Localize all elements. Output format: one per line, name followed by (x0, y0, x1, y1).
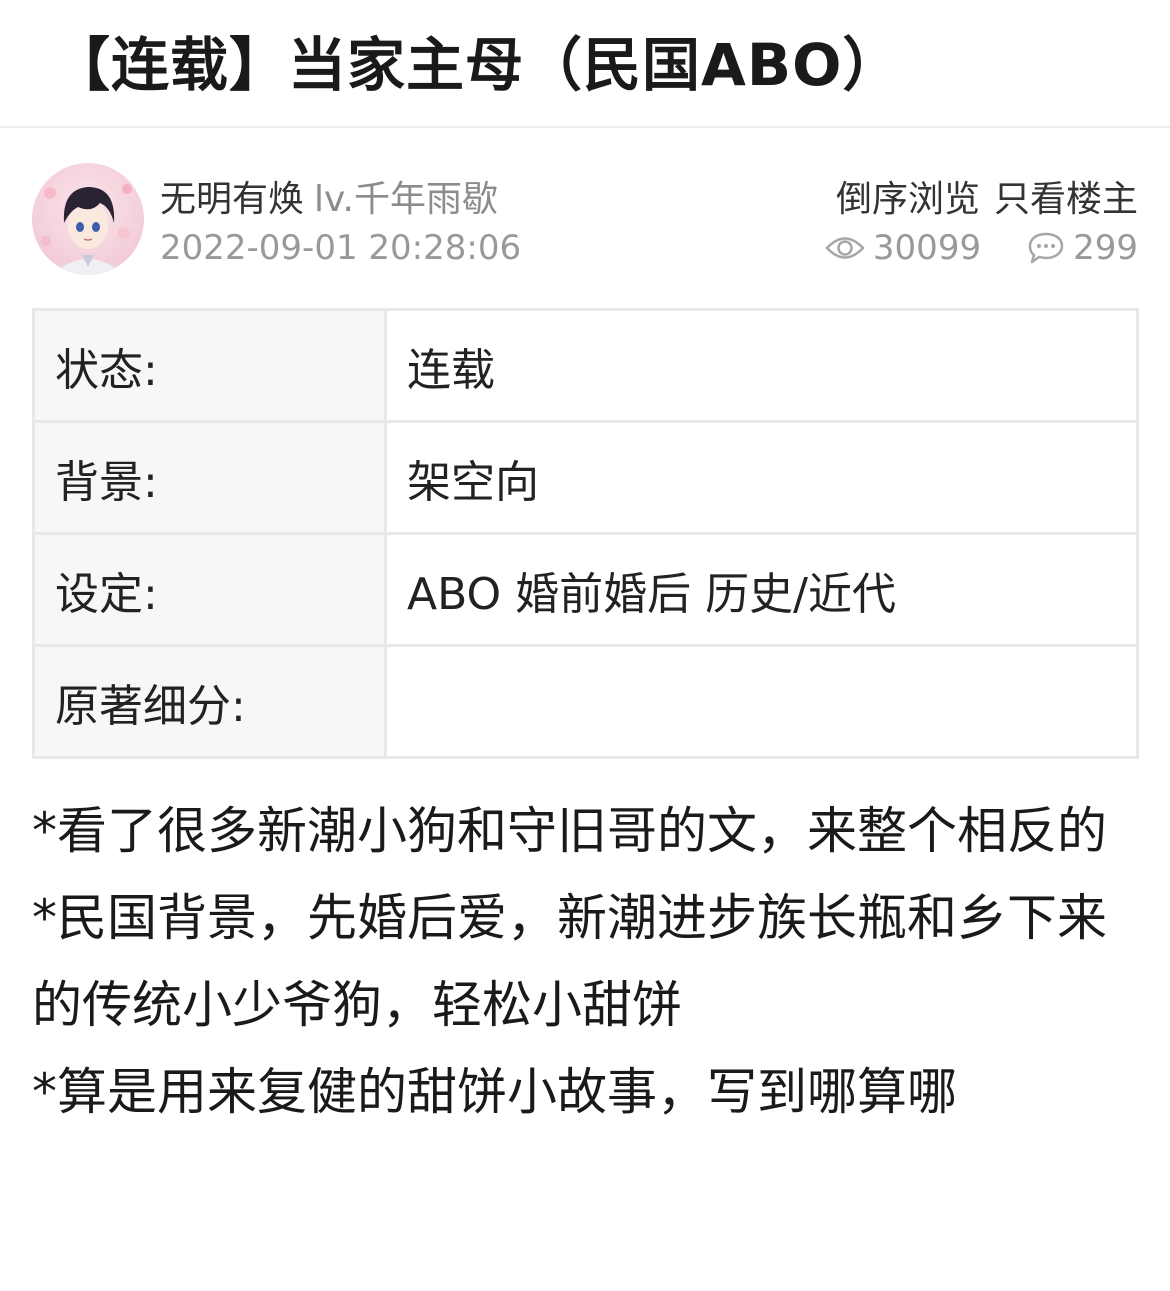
views-count: 30099 (872, 228, 982, 268)
chat-bubble-icon (1028, 232, 1064, 264)
post-timestamp: 2022-09-01 20:28:06 (160, 228, 522, 268)
author-line: 无明有焕 lv.千年雨歇 (160, 170, 498, 222)
info-label: 背景: (32, 420, 387, 535)
post-stats: 30099 299 (825, 228, 1138, 268)
comments-stat: 299 (1027, 228, 1138, 268)
view-actions: 倒序浏览 只看楼主 (836, 170, 1138, 222)
views-stat: 30099 (825, 228, 981, 268)
info-value: 连载 (384, 308, 1139, 423)
eye-icon (825, 237, 865, 259)
info-value (384, 644, 1139, 759)
author-level: lv.千年雨歇 (314, 179, 498, 220)
info-value: ABO 婚前婚后 历史/近代 (384, 532, 1139, 647)
body-paragraph: *看了很多新潮小狗和守旧哥的文，来整个相反的 (32, 802, 1107, 860)
info-label: 设定: (32, 532, 387, 647)
info-label: 状态: (32, 308, 387, 423)
info-row-status: 状态: 连载 (32, 308, 1139, 423)
info-table: 状态: 连载 背景: 架空向 设定: ABO 婚前婚后 历史/近代 原著细分: (32, 308, 1139, 759)
body-paragraph: *算是用来复健的甜饼小故事，写到哪算哪 (32, 1063, 957, 1121)
info-row-original-work: 原著细分: (32, 644, 1139, 759)
reverse-order-button[interactable]: 倒序浏览 (836, 179, 980, 220)
comments-count: 299 (1073, 228, 1138, 268)
title-bar: 【连载】当家主母（民国ABO） (0, 0, 1170, 128)
info-row-background: 背景: 架空向 (32, 420, 1139, 535)
post-title: 【连载】当家主母（民国ABO） (52, 31, 902, 99)
author-name[interactable]: 无明有焕 (160, 179, 304, 220)
body-paragraph: *民国背景，先婚后爱，新潮进步族长瓶和乡下来的传统小少爷狗，轻松小甜饼 (32, 889, 1107, 1034)
avatar[interactable] (32, 163, 144, 275)
info-value: 架空向 (384, 420, 1139, 535)
author-only-button[interactable]: 只看楼主 (994, 179, 1138, 220)
post-body: *看了很多新潮小狗和守旧哥的文，来整个相反的 *民国背景，先婚后爱，新潮进步族长… (32, 788, 1142, 1136)
info-label: 原著细分: (32, 644, 387, 759)
info-row-setting: 设定: ABO 婚前婚后 历史/近代 (32, 532, 1139, 647)
